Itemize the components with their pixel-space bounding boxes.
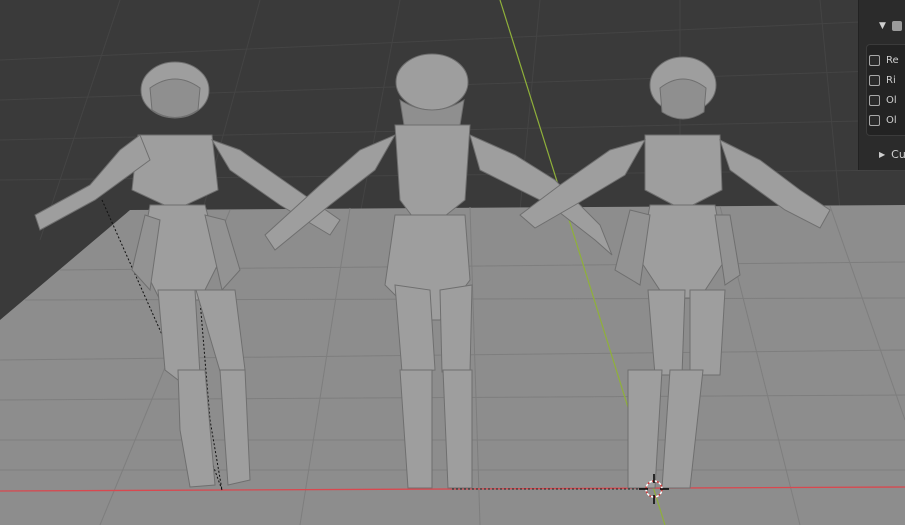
collapse-triangle-icon[interactable]: ▼	[879, 21, 886, 31]
subpanel-label: Cu	[891, 148, 905, 161]
checkbox-label: Ri	[886, 74, 896, 86]
checkbox[interactable]	[869, 94, 880, 106]
checkbox-row-1[interactable]: Re	[869, 52, 899, 68]
checkbox-row-2[interactable]: Ri	[869, 72, 896, 88]
checkbox-label: Ol	[886, 114, 897, 126]
panel-header[interactable]: ▼	[879, 18, 905, 34]
sidebar-panel: ▼ Re Ri Ol Ol ▶ Cu	[858, 0, 905, 170]
checkbox[interactable]	[869, 114, 880, 126]
checkbox-label: Ol	[886, 94, 897, 106]
checkbox-row-3[interactable]: Ol	[869, 92, 897, 108]
checkbox-label: Re	[886, 54, 899, 66]
subpanel-header[interactable]: ▶ Cu	[879, 148, 905, 161]
checkbox[interactable]	[869, 74, 880, 86]
checkbox-row-4[interactable]: Ol	[869, 112, 897, 128]
checkbox[interactable]	[869, 54, 880, 66]
expand-triangle-icon[interactable]: ▶	[879, 150, 885, 159]
panel-header-swatch	[891, 21, 902, 31]
3d-viewport[interactable]	[0, 0, 905, 525]
